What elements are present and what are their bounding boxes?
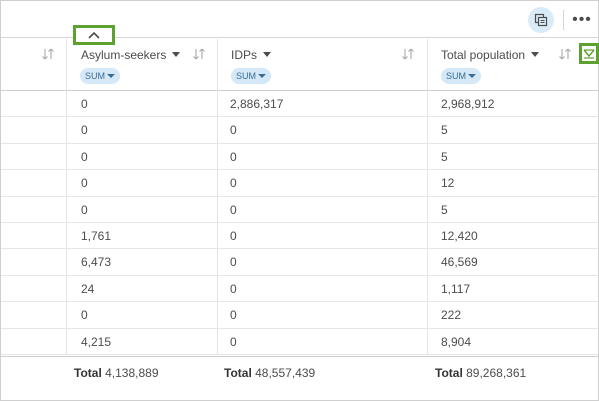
table-row[interactable]: 0 2,886,317 2,968,912 — [1, 91, 598, 118]
table-cell: 4,215 — [81, 334, 112, 349]
caret-down-icon — [468, 73, 476, 78]
table-cell: 8,904 — [441, 334, 472, 349]
table-cell: 12 — [441, 176, 455, 191]
table-cell: 0 — [230, 255, 237, 270]
chevron-up-icon — [88, 31, 100, 39]
table-cell: 222 — [441, 308, 462, 323]
table-row[interactable]: 1,761 0 12,420 — [1, 223, 598, 250]
table-row[interactable]: 0 0 5 — [1, 117, 598, 144]
table-cell: 0 — [81, 149, 88, 164]
table-cell: 2,968,912 — [441, 97, 495, 111]
caret-down-icon[interactable] — [531, 52, 540, 58]
table-cell: 0 — [230, 281, 237, 296]
table-cell: 2,886,317 — [230, 97, 284, 111]
table-cell: 24 — [81, 281, 95, 296]
table-cell: 0 — [81, 308, 88, 323]
checkmark-toggle[interactable] — [579, 43, 599, 64]
more-options-button[interactable]: ••• — [570, 9, 594, 31]
table-cell: 46,569 — [441, 255, 478, 270]
copy-button[interactable] — [528, 7, 554, 33]
table-cell: 0 — [230, 229, 237, 243]
column-header-idps[interactable]: IDPs SUM — [218, 39, 427, 91]
total-asylum-seekers: Total 4,138,889 — [74, 366, 159, 380]
collapse-button[interactable] — [73, 25, 115, 45]
column-label: Total population — [441, 48, 526, 62]
aggregation-dropdown[interactable]: SUM — [441, 68, 481, 84]
sort-icon[interactable] — [192, 47, 206, 61]
toolbar-divider — [563, 10, 564, 30]
caret-down-icon — [258, 73, 266, 78]
caret-down-icon[interactable] — [263, 52, 272, 58]
table-cell: 5 — [441, 202, 448, 217]
table-cell: 1,761 — [81, 229, 112, 243]
column-label: Asylum-seekers — [81, 48, 167, 62]
table-cell: 0 — [81, 176, 88, 191]
checkmark-icon — [583, 48, 595, 59]
aggregation-dropdown[interactable]: SUM — [80, 68, 120, 84]
table-cell: 0 — [230, 202, 237, 217]
column-label: IDPs — [231, 48, 258, 62]
table-cell: 0 — [230, 123, 237, 138]
sort-icon[interactable] — [558, 47, 572, 61]
caret-down-icon — [107, 73, 115, 78]
total-idps: Total 48,557,439 — [224, 366, 316, 380]
total-population-sum: Total 89,268,361 — [435, 366, 527, 380]
table-cell: 0 — [230, 334, 237, 349]
table-cell: 0 — [81, 202, 88, 217]
table-cell: 12,420 — [441, 229, 478, 243]
table-row[interactable]: 0 0 12 — [1, 170, 598, 197]
sort-icon[interactable] — [401, 47, 415, 61]
sort-icon[interactable] — [41, 47, 55, 61]
table-cell: 0 — [81, 97, 88, 111]
table-cell: 5 — [441, 149, 448, 164]
column-header-total-population[interactable]: Total population SUM — [428, 39, 598, 91]
table-cell: 5 — [441, 123, 448, 138]
copy-icon — [534, 13, 548, 27]
caret-down-icon[interactable] — [172, 52, 181, 58]
table-footer: Total 4,138,889 Total 48,557,439 Total 8… — [1, 356, 598, 401]
table-row[interactable]: 0 0 222 — [1, 302, 598, 329]
table-cell: 1,117 — [441, 281, 471, 296]
table-row[interactable]: 6,473 0 46,569 — [1, 249, 598, 276]
table-card: ••• Asylum-seekers SUM IDPs SUM Total po… — [0, 0, 599, 401]
table-cell: 0 — [81, 123, 88, 138]
table-cell: 0 — [230, 149, 237, 164]
table-cell: 6,473 — [81, 255, 112, 270]
table-row[interactable]: 4,215 0 8,904 — [1, 329, 598, 355]
table-cell: 0 — [230, 308, 237, 323]
aggregation-dropdown[interactable]: SUM — [231, 68, 271, 84]
column-header-asylum-seekers[interactable]: Asylum-seekers SUM — [67, 39, 217, 91]
table-row[interactable]: 0 0 5 — [1, 197, 598, 223]
table-cell: 0 — [230, 176, 237, 191]
table-row[interactable]: 0 0 5 — [1, 144, 598, 171]
table-row[interactable]: 24 0 1,117 — [1, 276, 598, 303]
